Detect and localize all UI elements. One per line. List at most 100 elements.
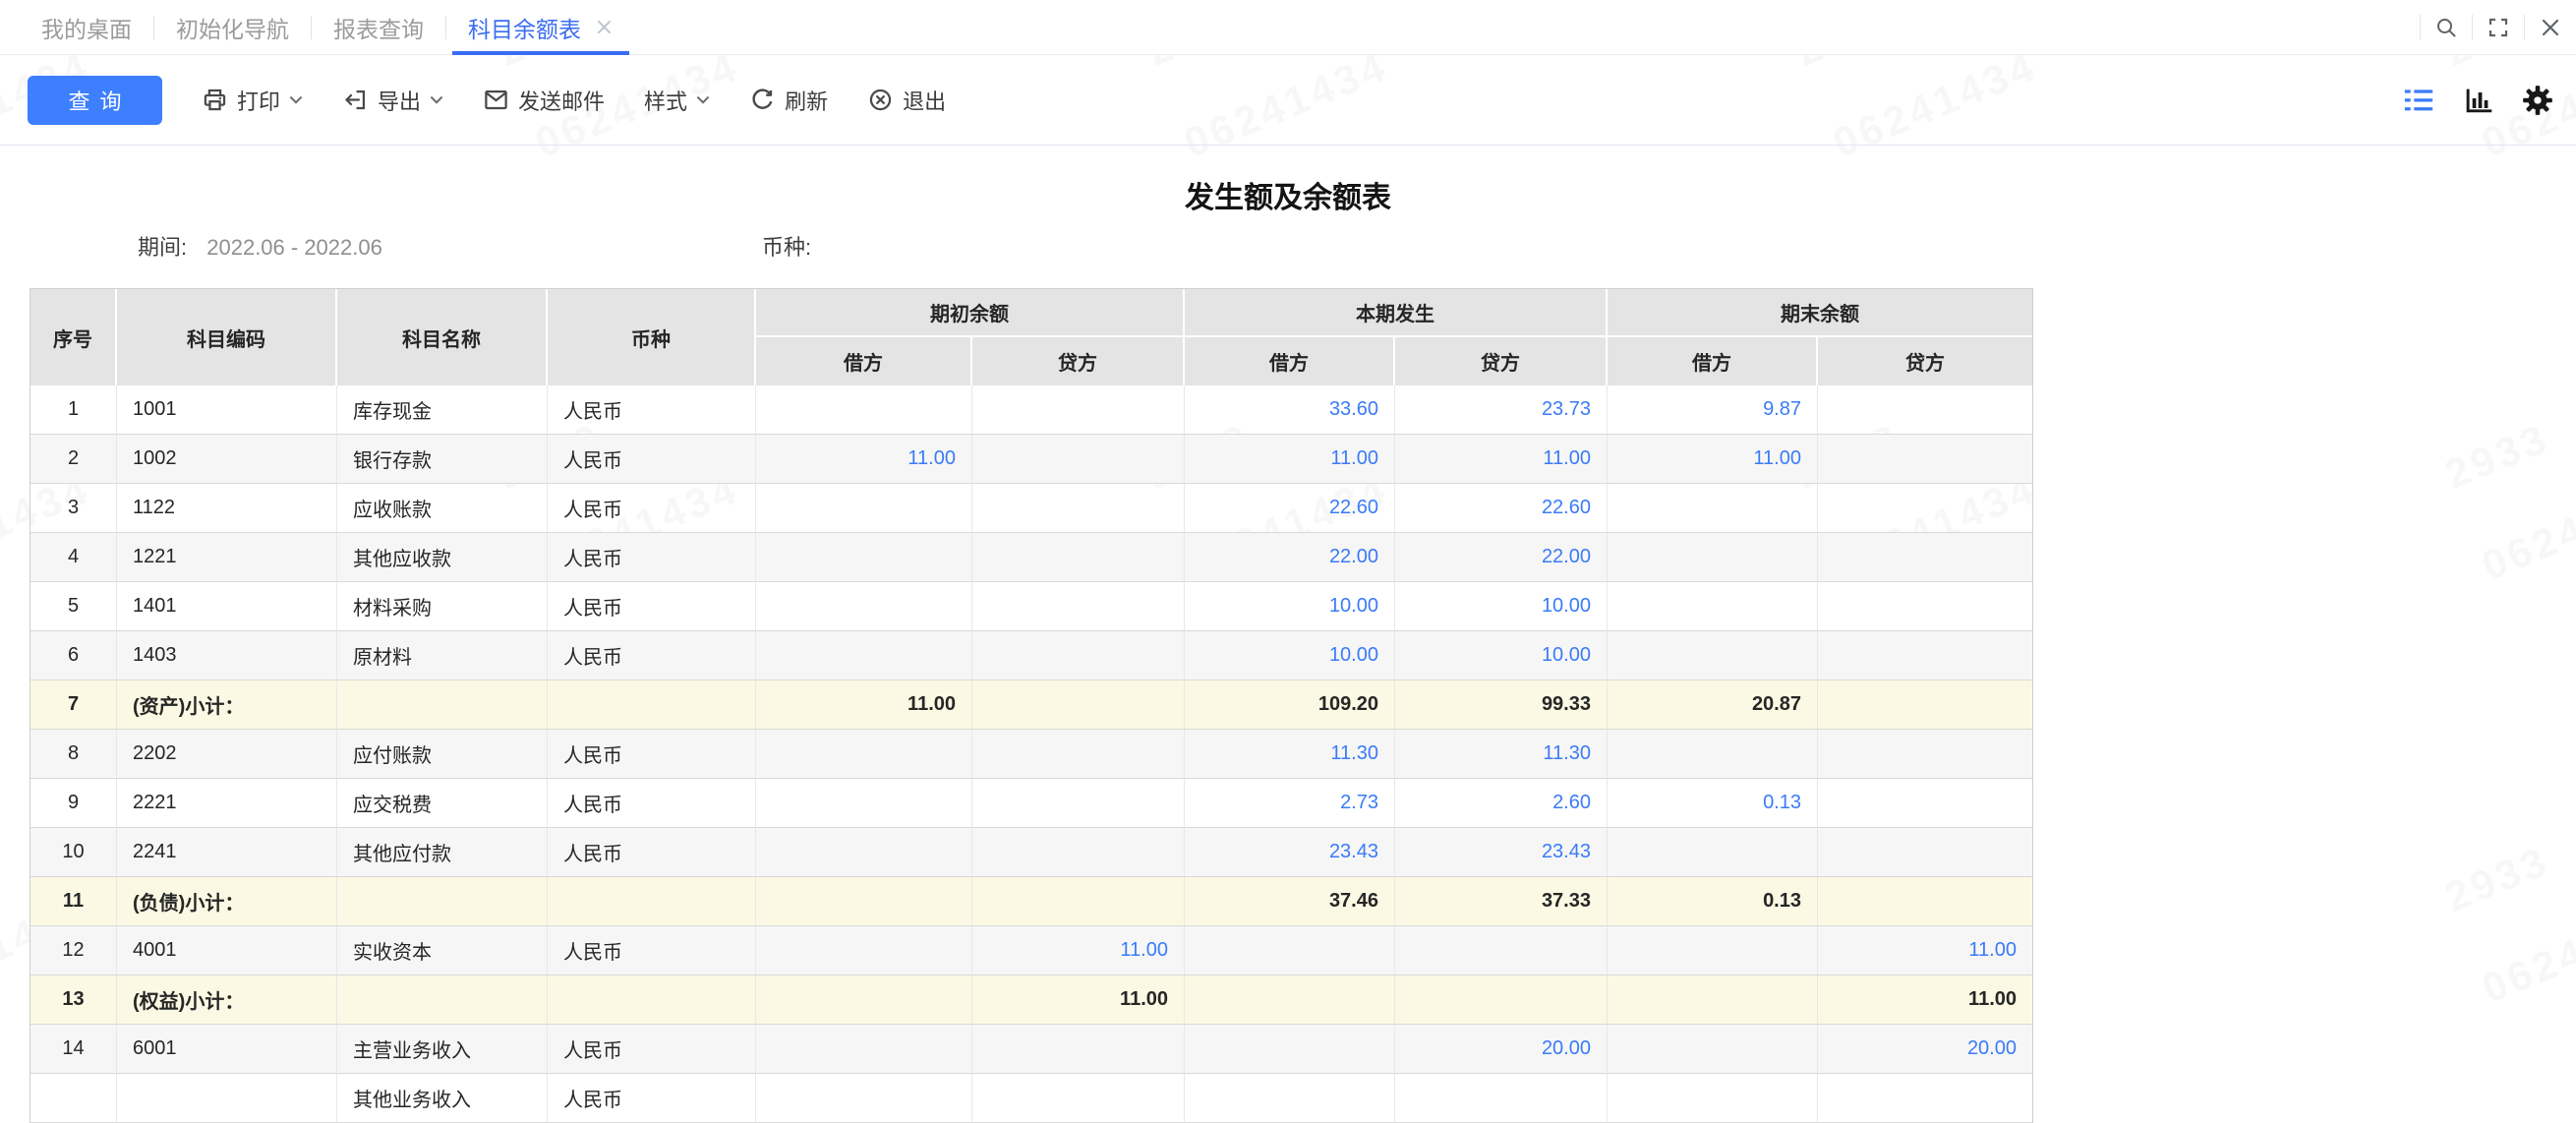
refresh-button[interactable]: 刷新 bbox=[749, 85, 828, 116]
tab-report-query[interactable]: 报表查询 bbox=[312, 0, 445, 55]
cell-open_debit[interactable]: 11.00 bbox=[756, 435, 972, 484]
cell-seq: 13 bbox=[30, 975, 117, 1025]
sub-header-credit: 贷方 bbox=[1818, 337, 2032, 385]
cell-name: 其他业务收入 bbox=[337, 1074, 548, 1123]
cell-open_credit bbox=[972, 828, 1185, 877]
cell-open_debit bbox=[756, 1074, 972, 1123]
cell-open_debit bbox=[756, 779, 972, 828]
tab-account-balance[interactable]: 科目余额表 bbox=[446, 0, 635, 55]
printer-icon bbox=[202, 87, 228, 113]
cell-end_debit[interactable]: 11.00 bbox=[1608, 435, 1818, 484]
cell-period_debit[interactable]: 22.60 bbox=[1185, 484, 1395, 533]
cell-currency: 人民币 bbox=[548, 779, 756, 828]
cell-end_debit bbox=[1608, 1074, 1818, 1123]
exit-label: 退出 bbox=[903, 89, 947, 114]
cell-end_credit bbox=[1818, 877, 2032, 926]
cell-period_debit[interactable]: 11.30 bbox=[1185, 730, 1395, 779]
cell-end_debit[interactable]: 0.13 bbox=[1608, 779, 1818, 828]
cell-end_credit[interactable]: 20.00 bbox=[1818, 1025, 2032, 1074]
cell-open_debit bbox=[756, 385, 972, 435]
style-button[interactable]: 样式 bbox=[644, 85, 710, 116]
cell-period_debit[interactable]: 10.00 bbox=[1185, 582, 1395, 631]
view-switcher bbox=[2403, 84, 2576, 117]
bar-chart-icon[interactable] bbox=[2462, 85, 2493, 116]
col-header-seq: 序号 bbox=[30, 289, 117, 385]
cell-period_debit[interactable]: 10.00 bbox=[1185, 631, 1395, 680]
cell-period_credit[interactable]: 10.00 bbox=[1395, 631, 1608, 680]
subtotal-row: 11 (负债)小计： 37.46 37.33 0.13 bbox=[30, 877, 2032, 926]
cell-end_credit[interactable]: 11.00 bbox=[1818, 926, 2032, 975]
table-row: 14 6001 主营业务收入 人民币 20.00 20.00 bbox=[30, 1025, 2032, 1074]
cell-period_debit[interactable]: 2.73 bbox=[1185, 779, 1395, 828]
refresh-icon bbox=[749, 87, 776, 113]
table-row: 12 4001 实收资本 人民币 11.00 11.00 bbox=[30, 926, 2032, 975]
cell-end_credit bbox=[1818, 435, 2032, 484]
cell-period_credit[interactable]: 23.73 bbox=[1395, 385, 1608, 435]
cell-currency bbox=[548, 877, 756, 926]
search-icon[interactable] bbox=[2421, 0, 2472, 55]
cell-name bbox=[337, 975, 548, 1025]
cell-period_credit[interactable]: 22.60 bbox=[1395, 484, 1608, 533]
fullscreen-icon[interactable] bbox=[2473, 0, 2524, 55]
tab-label: 科目余额表 bbox=[468, 16, 581, 42]
cell-name bbox=[337, 680, 548, 730]
cell-currency: 人民币 bbox=[548, 730, 756, 779]
cell-period_credit: 99.33 bbox=[1395, 680, 1608, 730]
tab-init-nav[interactable]: 初始化导航 bbox=[154, 0, 311, 55]
cell-period_debit[interactable]: 11.00 bbox=[1185, 435, 1395, 484]
cell-code: 2241 bbox=[117, 828, 337, 877]
close-tab-icon[interactable] bbox=[595, 18, 614, 36]
cell-period_credit[interactable]: 11.00 bbox=[1395, 435, 1608, 484]
cell-open_debit bbox=[756, 631, 972, 680]
cell-period_credit[interactable]: 22.00 bbox=[1395, 533, 1608, 582]
exit-button[interactable]: 退出 bbox=[867, 85, 946, 116]
cell-end_debit[interactable]: 9.87 bbox=[1608, 385, 1818, 435]
send-email-label: 发送邮件 bbox=[518, 89, 606, 114]
cell-end_credit bbox=[1818, 680, 2032, 730]
cell-period_credit[interactable]: 10.00 bbox=[1395, 582, 1608, 631]
cell-name: 应收账款 bbox=[337, 484, 548, 533]
cell-open_credit bbox=[972, 435, 1185, 484]
list-view-icon[interactable] bbox=[2403, 88, 2434, 113]
cell-code: (资产)小计： bbox=[117, 680, 337, 730]
tab-my-desktop[interactable]: 我的桌面 bbox=[20, 0, 153, 55]
cell-seq: 4 bbox=[30, 533, 117, 582]
cell-period_credit[interactable]: 23.43 bbox=[1395, 828, 1608, 877]
gear-icon[interactable] bbox=[2521, 84, 2554, 117]
cell-period_debit[interactable]: 23.43 bbox=[1185, 828, 1395, 877]
cell-end_debit bbox=[1608, 533, 1818, 582]
export-icon bbox=[342, 87, 369, 113]
table-row: 9 2221 应交税费 人民币 2.73 2.60 0.13 bbox=[30, 779, 2032, 828]
print-button[interactable]: 打印 bbox=[202, 85, 303, 116]
group-header-opening: 期初余额 bbox=[756, 289, 1185, 337]
chevron-down-icon bbox=[430, 95, 443, 104]
watermark-text: 293306241434 bbox=[2430, 350, 2576, 613]
cell-end_credit bbox=[1818, 484, 2032, 533]
tab-bar: 我的桌面 初始化导航 报表查询 科目余额表 bbox=[0, 0, 2576, 55]
refresh-label: 刷新 bbox=[785, 89, 829, 114]
cell-period_debit[interactable]: 33.60 bbox=[1185, 385, 1395, 435]
col-header-code: 科目编码 bbox=[117, 289, 337, 385]
cell-end_debit bbox=[1608, 582, 1818, 631]
toolbar: 查询 打印 导出 发送邮件 样式 刷新 退出 bbox=[0, 55, 2576, 146]
cell-open_credit[interactable]: 11.00 bbox=[972, 926, 1185, 975]
sub-header-debit: 借方 bbox=[1608, 337, 1818, 385]
group-header-period: 本期发生 bbox=[1185, 289, 1608, 337]
chevron-down-icon bbox=[289, 95, 303, 104]
send-email-button[interactable]: 发送邮件 bbox=[483, 85, 605, 116]
cell-period_debit: 37.46 bbox=[1185, 877, 1395, 926]
query-button[interactable]: 查询 bbox=[28, 75, 162, 125]
page-title: 发生额及余额表 bbox=[1185, 182, 1391, 214]
cell-currency: 人民币 bbox=[548, 533, 756, 582]
export-button[interactable]: 导出 bbox=[342, 85, 443, 116]
cell-period_debit[interactable]: 22.00 bbox=[1185, 533, 1395, 582]
sub-header-credit: 贷方 bbox=[972, 337, 1185, 385]
table-row: 其他业务收入 人民币 bbox=[30, 1074, 2032, 1123]
cell-period_credit[interactable]: 11.30 bbox=[1395, 730, 1608, 779]
table-row: 3 1122 应收账款 人民币 22.60 22.60 bbox=[30, 484, 2032, 533]
cell-period_credit[interactable]: 2.60 bbox=[1395, 779, 1608, 828]
cell-end_credit bbox=[1818, 582, 2032, 631]
cell-period_credit[interactable]: 20.00 bbox=[1395, 1025, 1608, 1074]
cell-name: 库存现金 bbox=[337, 385, 548, 435]
close-window-icon[interactable] bbox=[2525, 0, 2576, 55]
